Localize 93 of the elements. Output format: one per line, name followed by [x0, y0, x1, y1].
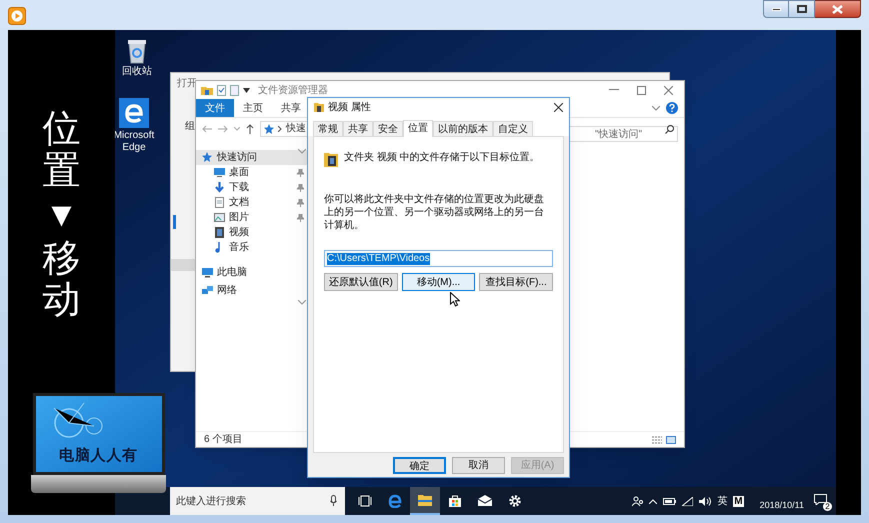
down-arrow-icon	[214, 182, 225, 193]
microphone-icon[interactable]	[330, 495, 337, 506]
description-text: 你可以将此文件夹中文件存储的位置更改为此硬盘上的另一个位置、另一个驱动器或网络上的另一台计算机。	[324, 193, 545, 232]
dialog-button[interactable]: 确定	[393, 456, 446, 474]
chevron-icon[interactable]	[298, 149, 306, 154]
browser-icon[interactable]	[119, 98, 149, 128]
film-icon	[214, 227, 225, 238]
folder-icon	[314, 102, 324, 112]
nav-item[interactable]: 网络	[196, 283, 308, 298]
dialog-button[interactable]: 查找目标(F)...	[479, 273, 554, 291]
folder-icon	[418, 493, 432, 507]
nav-item[interactable]: 音乐	[196, 240, 308, 255]
ribbon-tab[interactable]: 共享	[272, 99, 310, 117]
nav-item[interactable]: 下载	[196, 180, 308, 195]
monitor-icon	[214, 167, 225, 178]
nav-item[interactable]: 桌面	[196, 165, 308, 180]
close-icon	[832, 4, 843, 14]
dialog-title: 视频 属性	[328, 100, 371, 114]
monitor-icon	[202, 267, 213, 278]
status-text: 6 个项目	[204, 433, 242, 447]
tiles-view-icon[interactable]	[666, 436, 676, 444]
star-icon	[202, 152, 213, 163]
chevron-icon	[278, 126, 282, 132]
chevron-up-icon[interactable]	[649, 498, 658, 504]
task-view-icon	[358, 494, 372, 508]
signal-icon[interactable]	[682, 496, 694, 506]
path-text: C:\Users\TEMP\Videos	[327, 252, 430, 264]
toolbar-text: 组	[185, 120, 195, 134]
maximize-icon[interactable]	[637, 86, 646, 94]
chevron-icon[interactable]	[652, 106, 660, 110]
location-heading: 文件夹 视频 中的文件存储于以下目标位置。	[344, 151, 540, 164]
folder-icon	[324, 151, 338, 167]
shopping-bag-icon	[448, 494, 462, 508]
ribbon-tab[interactable]: 文件	[196, 99, 234, 117]
folder-icon	[201, 85, 213, 95]
dialog-tab[interactable]: 共享	[343, 121, 373, 136]
close-icon[interactable]	[554, 102, 563, 112]
details-view-icon[interactable]	[652, 436, 662, 444]
battery-icon[interactable]	[663, 497, 676, 505]
player-logo-icon	[8, 7, 26, 25]
up-arrow-icon[interactable]	[246, 124, 254, 134]
dialog-tab[interactable]: 位置	[403, 120, 433, 137]
caption-text: 移动	[42, 238, 80, 322]
nav-item[interactable]: 视频	[196, 225, 308, 240]
nav-item[interactable]: 图片	[196, 210, 308, 225]
dialog-tab[interactable]: 安全	[373, 121, 403, 136]
minimize-button[interactable]	[763, 0, 789, 18]
taskbar-date[interactable]: 2018/10/11	[760, 499, 804, 513]
dialog-button[interactable]: 移动(M)...	[402, 273, 476, 291]
network-icon	[202, 285, 213, 296]
input-method-indicator[interactable]: M	[733, 496, 744, 506]
maximize-button[interactable]	[789, 0, 815, 18]
chevron-icon[interactable]	[298, 300, 306, 305]
desktop-icon-label: 回收站	[122, 66, 152, 78]
nav-item[interactable]: 此电脑	[196, 265, 308, 280]
dialog-button[interactable]: 取消	[452, 456, 505, 474]
notification-count: 2	[823, 502, 832, 511]
document-icon	[214, 197, 225, 208]
window-title: 文件资源管理器	[258, 84, 328, 98]
speaker-icon[interactable]	[699, 496, 712, 506]
properties-icon[interactable]	[217, 84, 226, 96]
dialog-tab[interactable]: 以前的版本	[433, 121, 493, 136]
path-field[interactable]: C:\Users\TEMP\Videos	[324, 250, 553, 267]
close-button[interactable]	[815, 0, 861, 18]
help-icon[interactable]	[666, 102, 678, 114]
recycle-bin-icon[interactable]	[126, 38, 148, 64]
window-title: 打开	[177, 76, 197, 91]
mouse-cursor-icon	[450, 292, 460, 307]
browser-icon	[388, 494, 402, 508]
caption-arrow: ▼	[44, 198, 78, 232]
notification-button[interactable]: 2	[814, 494, 830, 508]
dropdown-icon[interactable]	[243, 88, 250, 92]
star-icon	[264, 124, 274, 134]
selection-bar	[173, 215, 176, 229]
nav-item[interactable]: 文档	[196, 195, 308, 210]
picture-icon	[214, 212, 225, 223]
nav-item[interactable]: 快速访问	[196, 150, 308, 165]
dialog-tab[interactable]: 常规	[313, 121, 343, 136]
dialog-tab[interactable]: 自定义	[493, 121, 533, 136]
language-indicator[interactable]: 英	[717, 494, 728, 508]
taskbar-search-field[interactable]: 此键入进行搜索	[170, 487, 345, 515]
speech-bubble-icon	[814, 494, 827, 505]
minimize-icon[interactable]	[609, 89, 619, 91]
address-text: 快速	[286, 122, 306, 136]
dialog-button[interactable]: 还原默认值(R)	[324, 273, 398, 291]
caption-text: 位置	[42, 108, 80, 192]
people-icon[interactable]	[632, 496, 644, 506]
logo-text: 电脑人人有	[59, 444, 138, 466]
ribbon-tab[interactable]: 主页	[234, 99, 272, 117]
settings-icon	[508, 494, 522, 508]
row-highlight	[171, 259, 195, 271]
search-icon	[665, 124, 674, 134]
envelope-icon	[478, 494, 492, 508]
